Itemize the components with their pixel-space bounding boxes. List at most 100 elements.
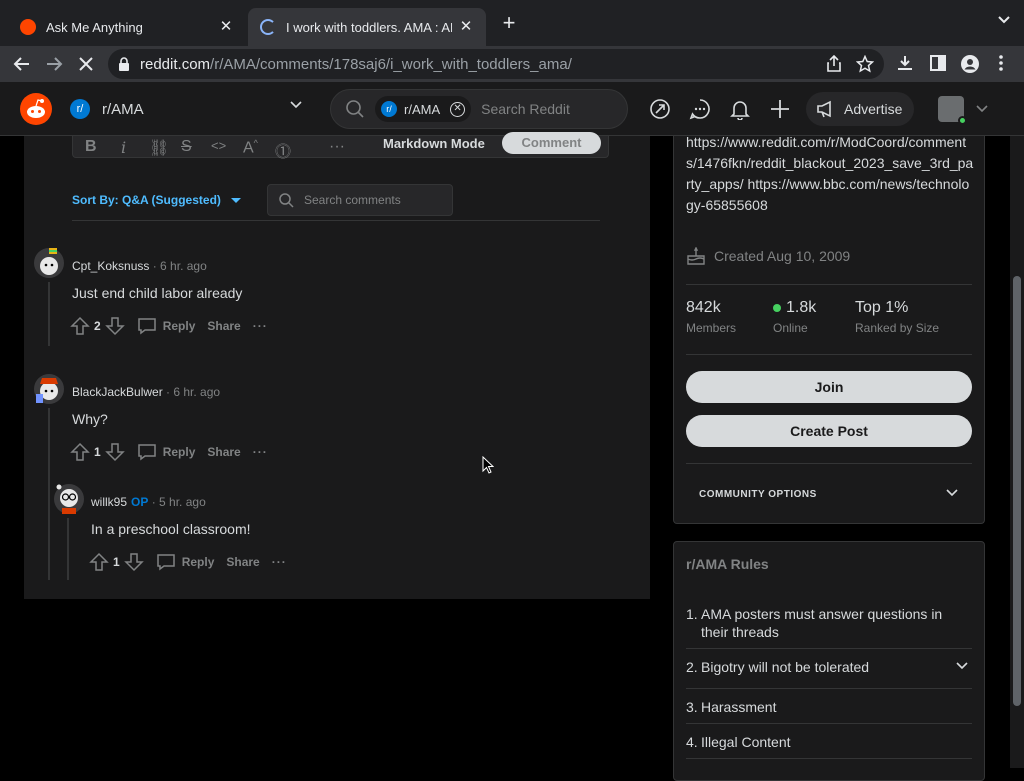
strikethrough-icon[interactable]: S (181, 138, 192, 156)
share-button[interactable]: Share (207, 445, 240, 459)
reply-label: Reply (181, 555, 215, 569)
upvote-icon[interactable] (89, 552, 109, 572)
comment-search-placeholder: Search comments (304, 193, 401, 207)
chevron-down-icon (976, 105, 988, 113)
stop-loading-icon[interactable] (76, 54, 96, 74)
superscript-icon[interactable]: A^ (243, 138, 258, 156)
comment-actions: 1 Reply Share ··· (70, 442, 268, 462)
upvote-icon[interactable] (70, 442, 90, 462)
side-panel-icon[interactable] (929, 54, 947, 72)
popular-icon[interactable] (649, 98, 671, 120)
close-tab-icon[interactable]: ✕ (218, 19, 234, 35)
avatar[interactable] (34, 374, 64, 404)
community-name: r/AMA (102, 100, 144, 118)
comment-timestamp[interactable]: · 6 hr. ago (166, 385, 220, 399)
reply-button[interactable]: Reply (156, 553, 215, 571)
forward-arrow-icon[interactable] (44, 54, 64, 74)
divider (686, 688, 972, 689)
browser-menu-icon[interactable] (998, 54, 1004, 72)
share-button[interactable]: Share (226, 555, 259, 569)
downvote-icon[interactable] (104, 442, 125, 462)
thread-line[interactable] (48, 408, 50, 580)
reply-button[interactable]: Reply (137, 317, 195, 335)
sort-by-dropdown[interactable]: Sort By: Q&A (Suggested) (72, 193, 241, 207)
avatar (938, 96, 967, 125)
community-options-toggle[interactable]: COMMUNITY OPTIONS (699, 489, 817, 500)
join-button[interactable]: Join (686, 371, 972, 403)
scrollbar-thumb[interactable] (1013, 276, 1021, 706)
comment-username[interactable]: Cpt_Koksnuss (72, 259, 149, 273)
chevron-down-icon[interactable] (956, 662, 968, 670)
comment-timestamp[interactable]: · 5 hr. ago (152, 495, 206, 509)
url-path: /r/AMA/comments/178saj6/i_work_with_todd… (210, 55, 572, 73)
comment-timestamp[interactable]: · 6 hr. ago (153, 259, 207, 273)
more-formatting-icon[interactable]: ··· (329, 138, 345, 156)
download-icon[interactable] (896, 54, 914, 72)
comments-panel: B i ⛓ S <> A^ ⓵ ··· Markdown Mode Commen… (24, 132, 650, 599)
create-plus-icon[interactable] (769, 98, 791, 120)
new-tab-icon[interactable]: + (500, 12, 518, 34)
browser-toolbar: reddit.com/r/AMA/comments/178saj6/i_work… (0, 46, 1024, 82)
comment-username[interactable]: BlackJackBulwer (72, 385, 163, 399)
downvote-icon[interactable] (123, 552, 144, 572)
notifications-bell-icon[interactable] (729, 98, 751, 120)
bold-icon[interactable]: B (85, 138, 97, 156)
bookmark-star-icon[interactable] (856, 55, 874, 73)
comment-username[interactable]: willk95 (91, 495, 127, 509)
avatar[interactable] (34, 248, 64, 278)
rule-item[interactable]: 3. Harassment (686, 698, 972, 716)
markdown-mode-button[interactable]: Markdown Mode (383, 136, 485, 151)
rule-item[interactable]: 4. Illegal Content (686, 733, 972, 751)
reply-button[interactable]: Reply (137, 443, 195, 461)
share-page-icon[interactable] (826, 55, 842, 73)
italic-icon[interactable]: i (121, 138, 126, 157)
spoiler-icon[interactable]: ⓵ (275, 138, 291, 161)
link-icon[interactable]: ⛓ (149, 138, 169, 157)
rule-item[interactable]: 2. Bigotry will not be tolerated (686, 658, 972, 676)
downvote-icon[interactable] (104, 316, 125, 336)
inline-code-icon[interactable]: <> (211, 138, 226, 156)
more-options-icon[interactable]: ··· (253, 319, 268, 333)
page-scrollbar[interactable] (1010, 136, 1024, 768)
more-options-icon[interactable]: ··· (272, 555, 287, 569)
thread-line[interactable] (48, 282, 50, 346)
search-scope-chip[interactable]: r/ r/AMA ✕ (375, 96, 472, 122)
search-icon (345, 99, 365, 119)
community-switcher[interactable]: r/ r/AMA (70, 95, 306, 123)
comment-actions: 2 Reply Share ··· (70, 316, 268, 336)
vote-count: 1 (113, 555, 120, 569)
rank-value: Top 1% (855, 299, 909, 316)
clear-scope-icon[interactable]: ✕ (450, 101, 466, 117)
members-count: 842k (686, 299, 721, 316)
avatar[interactable] (54, 484, 84, 514)
mouse-cursor-icon (482, 456, 494, 474)
close-tab-icon[interactable]: ✕ (458, 19, 474, 35)
comment-search-input[interactable]: Search comments (267, 184, 453, 216)
cake-icon (687, 247, 705, 265)
advertise-button[interactable]: Advertise (806, 92, 914, 126)
back-arrow-icon[interactable] (12, 54, 32, 74)
tab-title: I work with toddlers. AMA : AMA (286, 19, 452, 35)
address-bar[interactable]: reddit.com/r/AMA/comments/178saj6/i_work… (108, 49, 884, 79)
tab-ask-me-anything[interactable]: Ask Me Anything ✕ (8, 8, 246, 46)
rule-text: Bigotry will not be tolerated (701, 659, 870, 675)
rule-text: Harassment (701, 699, 777, 715)
profile-icon[interactable] (960, 54, 980, 74)
community-description[interactable]: https://www.reddit.com/r/ModCoord/commen… (686, 132, 976, 216)
url-host: reddit.com (140, 55, 211, 73)
create-post-button[interactable]: Create Post (686, 415, 972, 447)
share-button[interactable]: Share (207, 319, 240, 333)
upvote-icon[interactable] (70, 316, 90, 336)
reddit-search[interactable]: r/ r/AMA ✕ Search Reddit (330, 89, 628, 129)
chat-icon[interactable] (689, 98, 711, 120)
tab-toddlers-ama[interactable]: I work with toddlers. AMA : AMA ✕ (248, 8, 486, 46)
chevron-down-icon[interactable] (946, 489, 958, 497)
tab-search-icon[interactable] (998, 16, 1010, 24)
comment-submit-button[interactable]: Comment (502, 132, 601, 154)
more-options-icon[interactable]: ··· (253, 445, 268, 459)
created-date: Created Aug 10, 2009 (686, 247, 850, 265)
reddit-logo-icon[interactable] (20, 93, 52, 125)
rule-item[interactable]: 1. AMA posters must answer questions in … (686, 605, 972, 641)
thread-line[interactable] (67, 518, 69, 580)
user-menu[interactable] (938, 96, 988, 125)
